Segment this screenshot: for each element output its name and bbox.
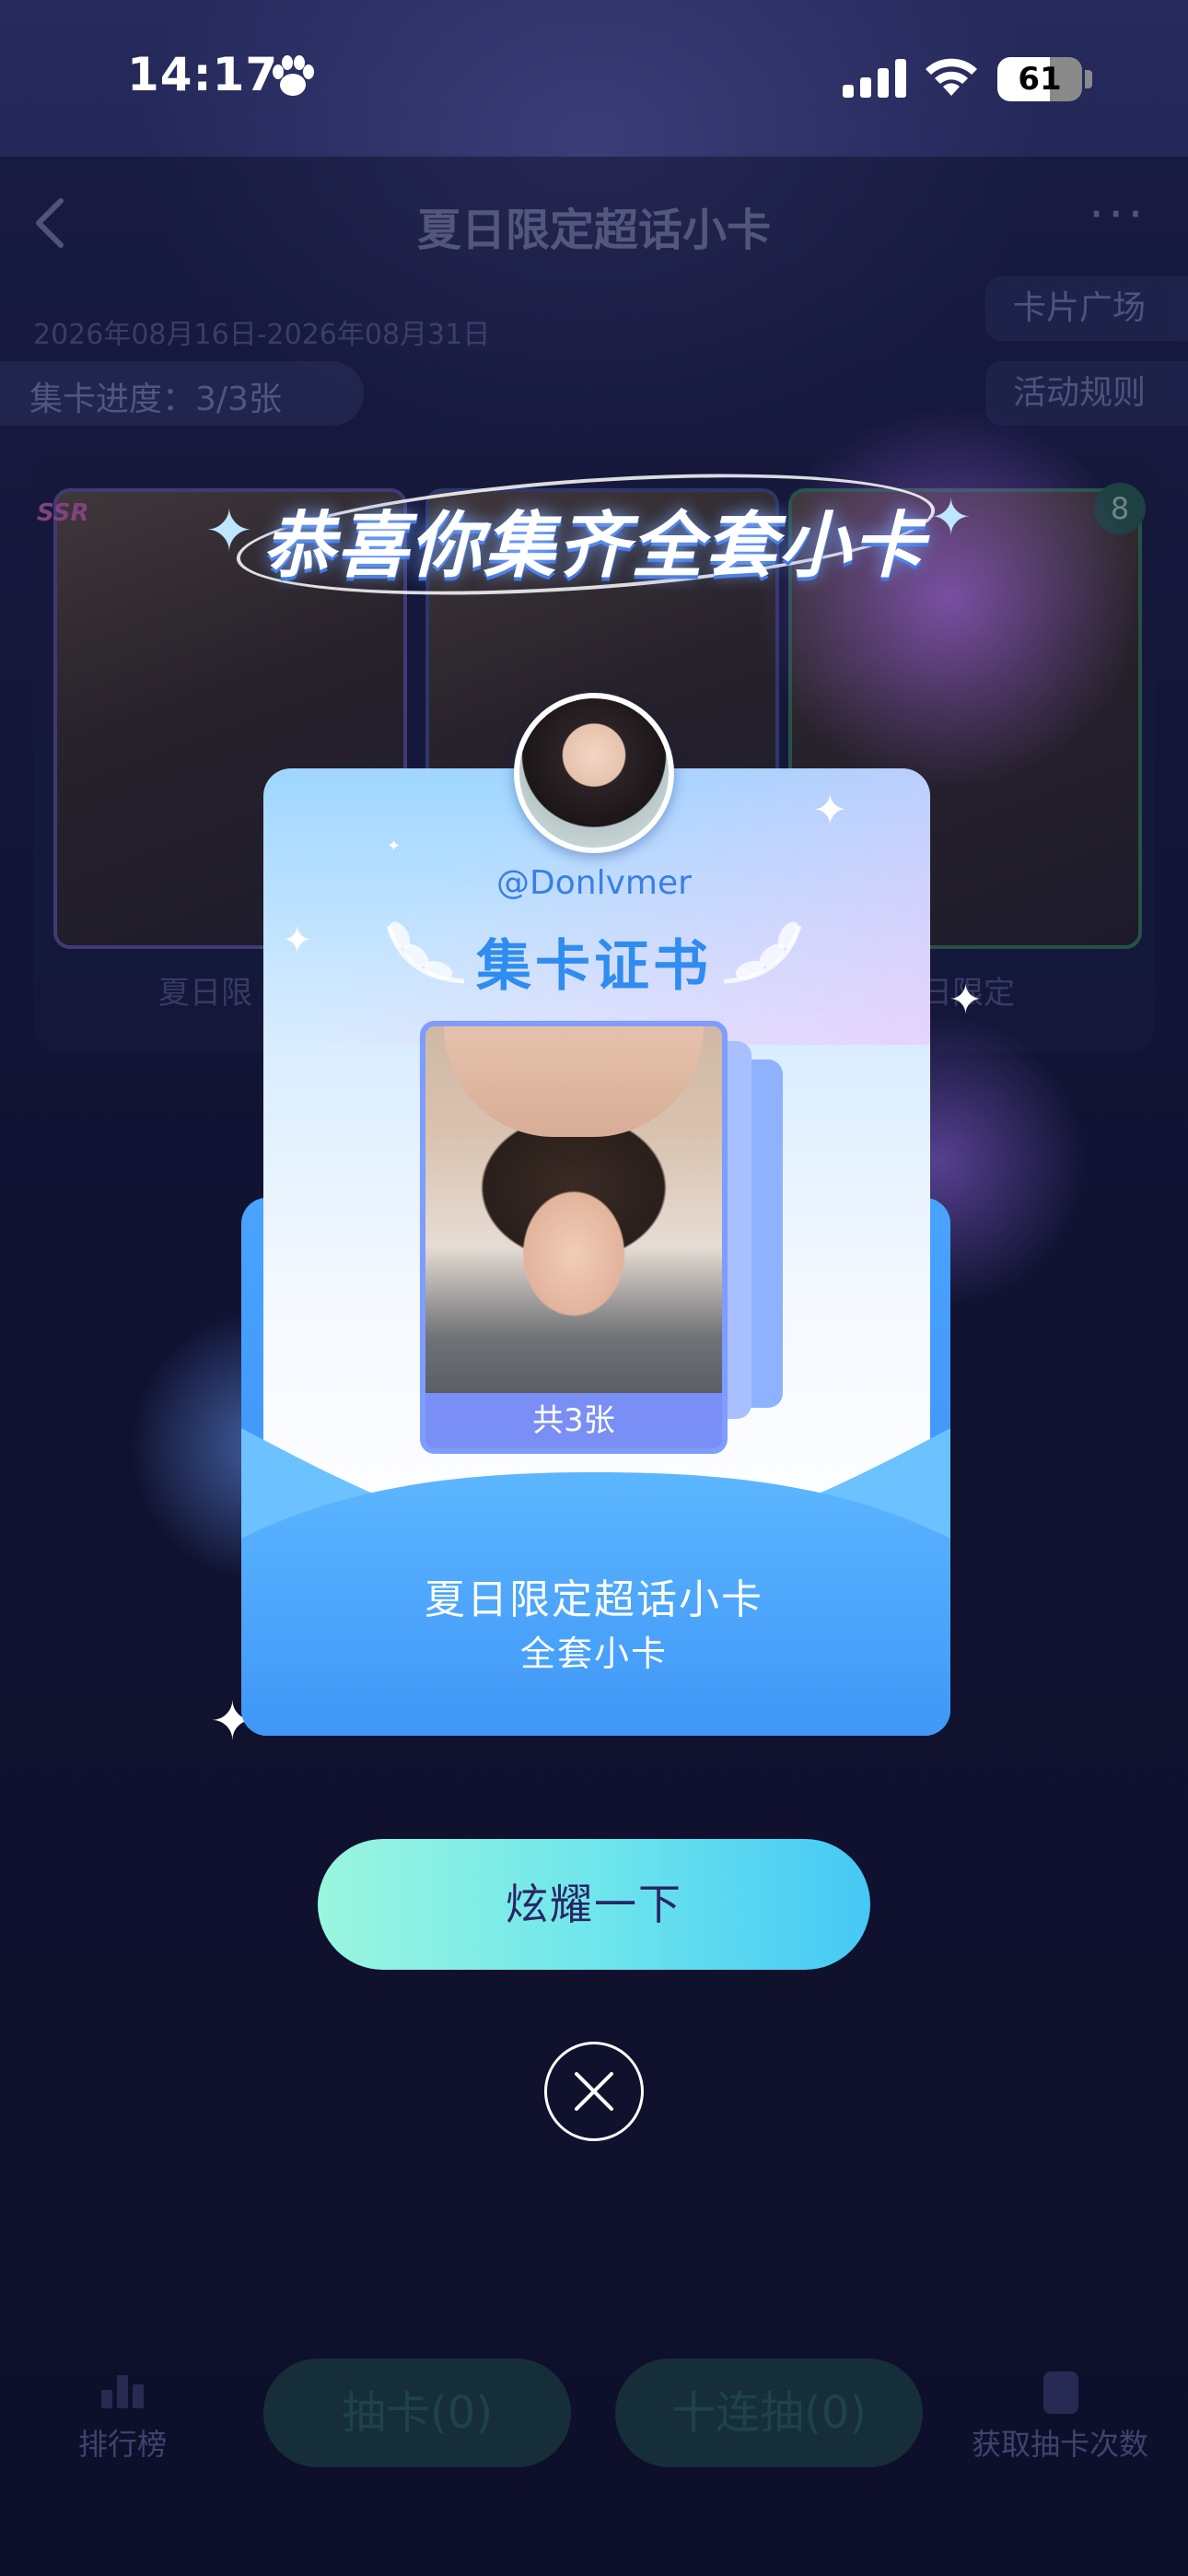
series-subtitle: 全套小卡 — [519, 1633, 668, 1674]
close-button[interactable] — [544, 2042, 644, 2141]
username: @Donlvmer — [496, 864, 692, 902]
congrats-headline: 恭喜你集齐全套小卡 — [262, 505, 926, 588]
status-time: 14:17 — [127, 48, 279, 101]
wifi-icon — [926, 58, 977, 96]
glow-decoration — [755, 405, 1142, 792]
paw-icon — [273, 55, 314, 96]
avatar — [514, 693, 674, 853]
series-name: 夏日限定超话小卡 — [425, 1576, 763, 1623]
signal-icon — [843, 59, 906, 98]
battery-tip — [1085, 70, 1092, 88]
status-bar: 14:17 61 — [0, 0, 1188, 157]
battery-level: 61 — [1018, 61, 1062, 98]
laurel-right-icon — [723, 921, 802, 984]
battery-indicator: 61 — [997, 57, 1082, 101]
certificate-title: 集卡证书 — [476, 934, 712, 999]
sparkle-icon: ✦ — [387, 837, 402, 856]
share-button[interactable]: 炫耀一下 — [318, 1839, 870, 1970]
sparkle-icon: ✦ — [812, 785, 848, 835]
close-icon — [575, 2072, 613, 2111]
featured-photo-card: 共3张 — [420, 1021, 728, 1454]
